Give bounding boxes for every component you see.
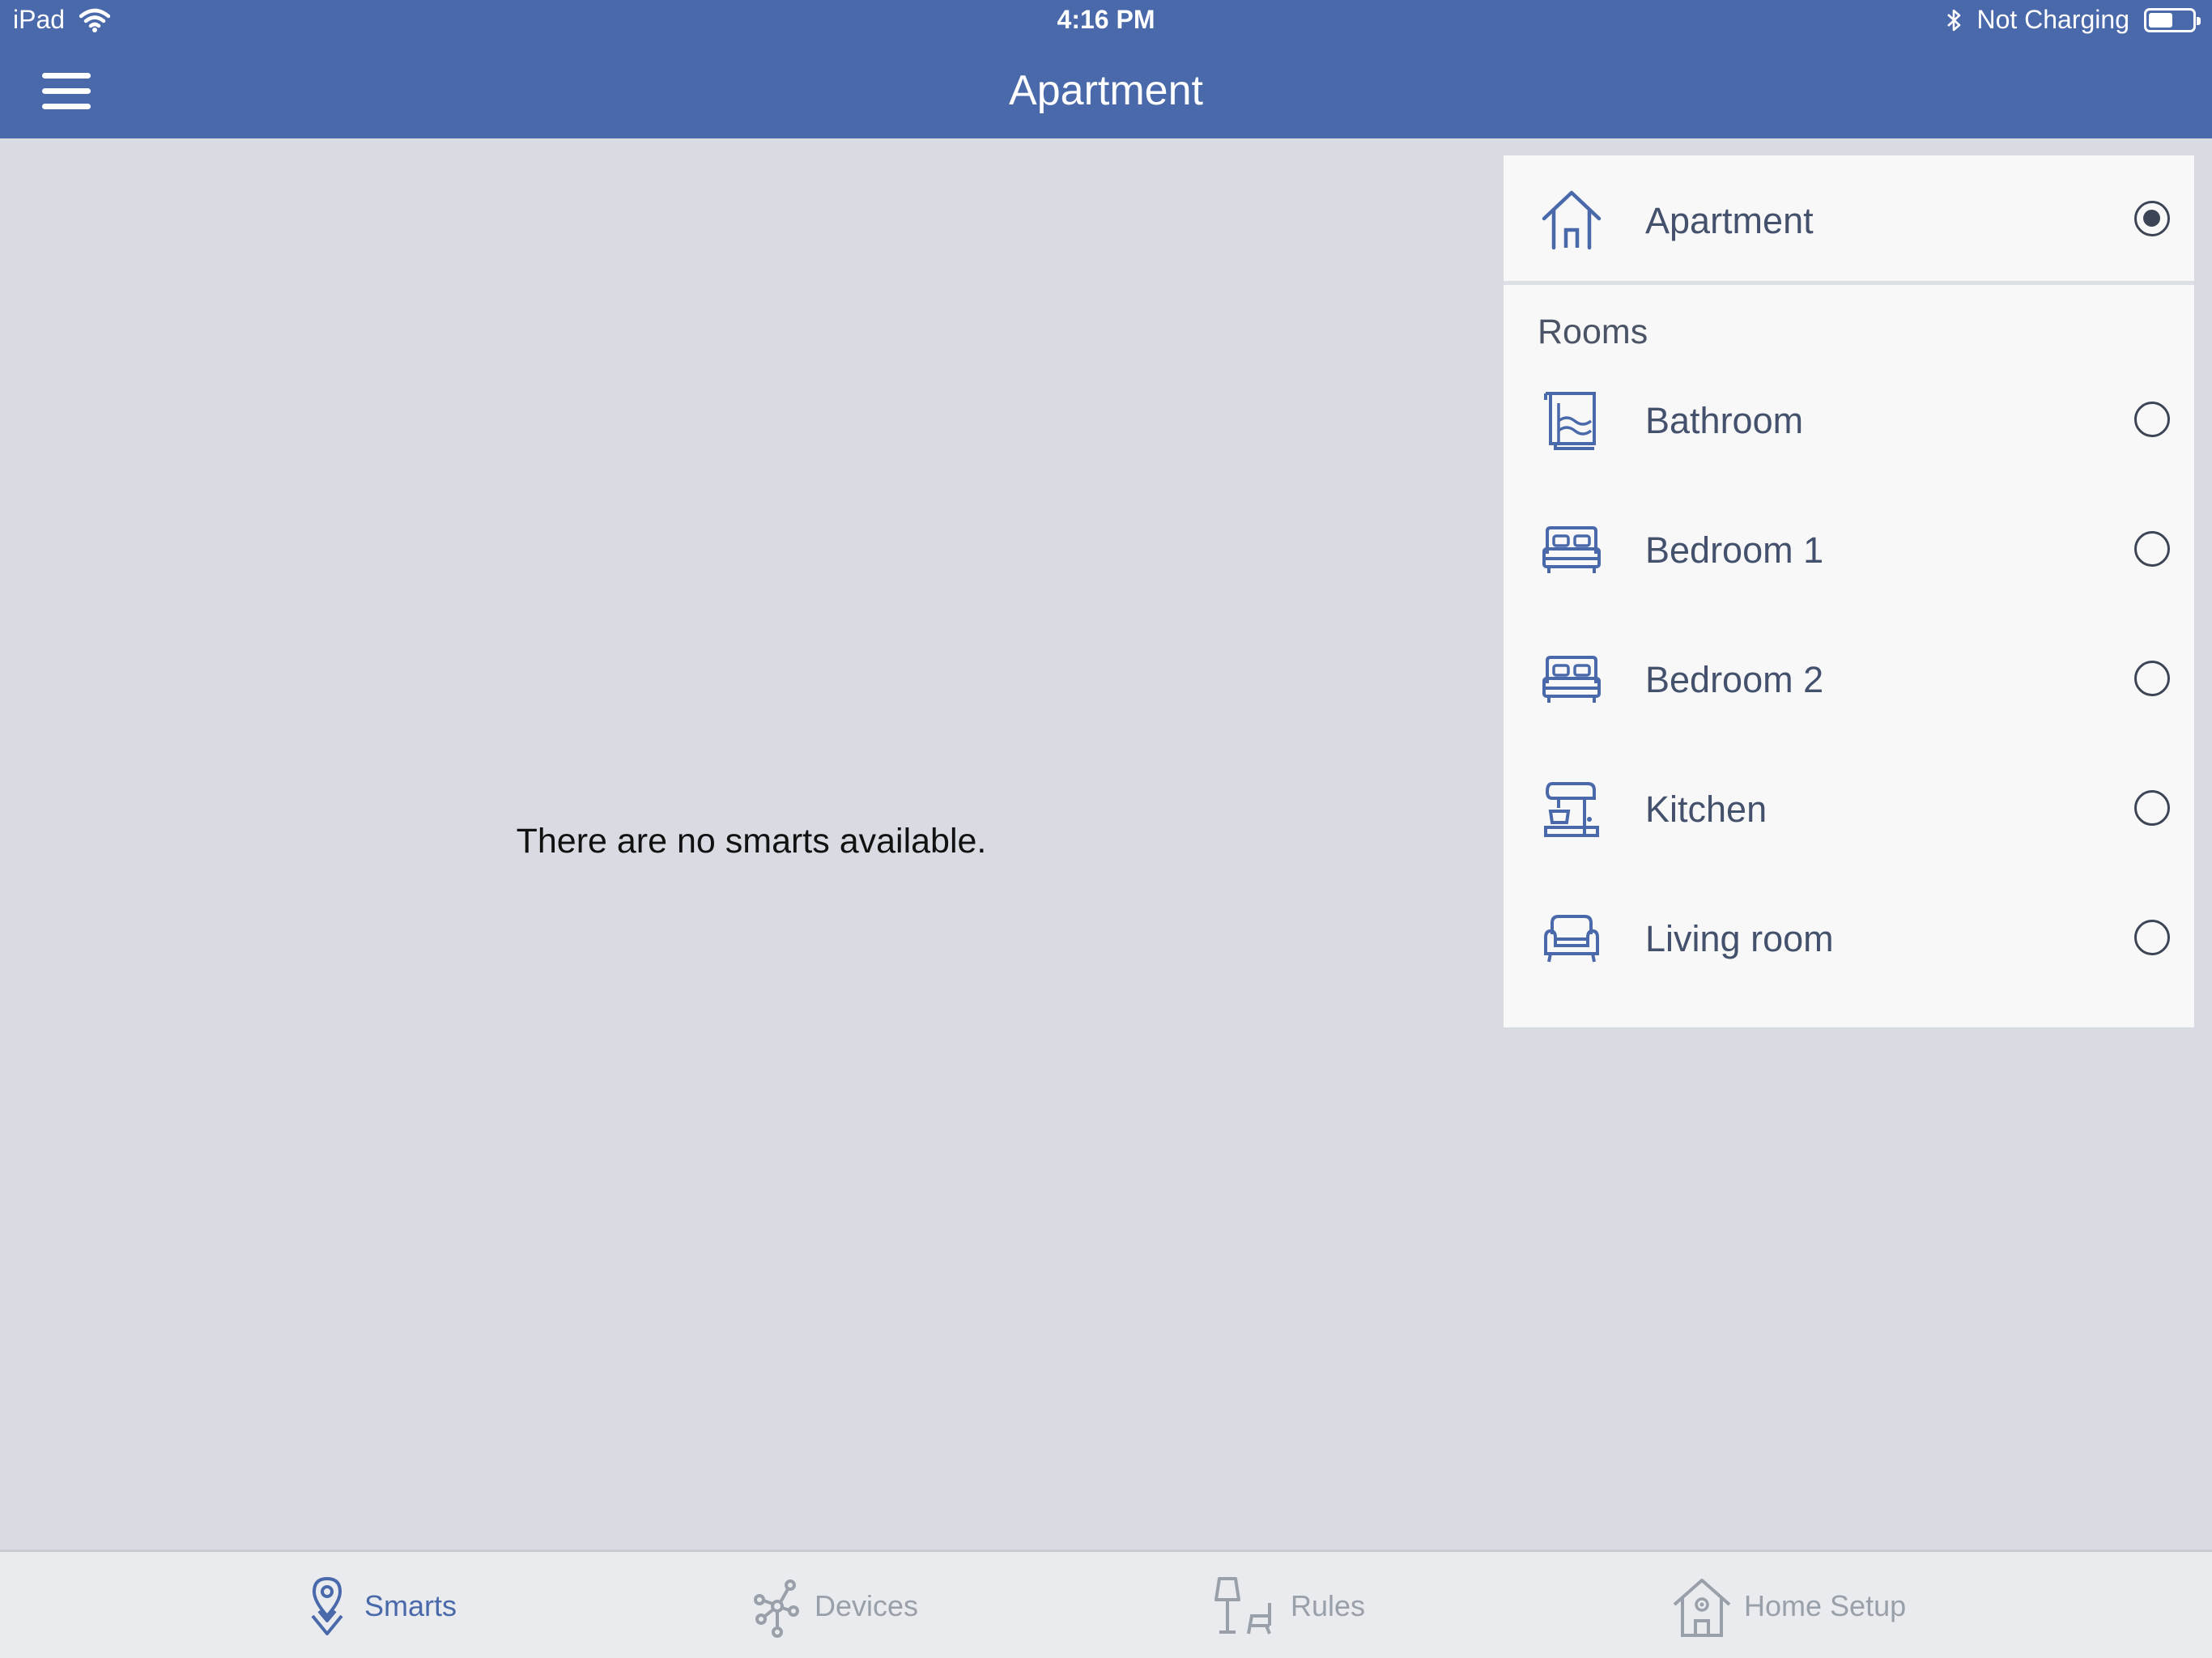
charging-status: Not Charging xyxy=(1976,5,2129,34)
room-radio[interactable] xyxy=(2134,790,2170,826)
tab-label: Devices xyxy=(815,1589,919,1622)
room-label: Bedroom 2 xyxy=(1645,659,1824,700)
network-icon xyxy=(754,1579,799,1638)
tab-smarts[interactable]: Smarts xyxy=(301,1552,457,1658)
tab-bar: Smarts Devices Rules Home Setup xyxy=(0,1550,2212,1658)
room-row-bedroom-2[interactable]: Bedroom 2 xyxy=(1504,623,2194,737)
room-radio[interactable] xyxy=(2134,531,2170,567)
battery-fill xyxy=(2149,12,2172,28)
room-label: Kitchen xyxy=(1645,789,1767,830)
room-radio[interactable] xyxy=(2134,920,2170,955)
room-row-kitchen[interactable]: Kitchen xyxy=(1504,753,2194,866)
rooms-heading: Rooms xyxy=(1538,312,1648,351)
tab-devices[interactable]: Devices xyxy=(751,1552,918,1658)
tab-home-setup[interactable]: Home Setup xyxy=(1671,1552,1906,1658)
home-label: Apartment xyxy=(1645,200,1814,241)
app-screen: iPad 4:16 PM Not Charging Apartment Ther… xyxy=(0,0,2212,1658)
house-gear-icon xyxy=(1673,1579,1731,1637)
bluetooth-icon xyxy=(1947,9,1961,31)
tab-label: Rules xyxy=(1291,1589,1366,1622)
status-right: Not Charging xyxy=(1946,5,2201,35)
house-icon xyxy=(1542,190,1602,250)
room-radio[interactable] xyxy=(2134,402,2170,437)
room-row-bedroom-1[interactable]: Bedroom 1 xyxy=(1504,494,2194,607)
room-row-living-room[interactable]: Living room xyxy=(1504,882,2194,996)
empty-state-message: There are no smarts available. xyxy=(516,822,987,861)
room-radio[interactable] xyxy=(2134,661,2170,696)
status-time: 4:16 PM xyxy=(1057,5,1155,34)
bed-icon xyxy=(1542,656,1601,703)
header-bar: iPad 4:16 PM Not Charging Apartment xyxy=(0,0,2212,138)
room-label: Bedroom 1 xyxy=(1645,529,1824,571)
location-panel: Apartment Rooms Bathroom Bedroom 1 Bedro… xyxy=(1504,155,2194,1027)
bath-icon xyxy=(1544,392,1596,450)
mixer-icon xyxy=(1544,782,1599,837)
lamp-chair-icon xyxy=(1214,1577,1271,1635)
tab-label: Home Setup xyxy=(1744,1589,1907,1622)
page-title: Apartment xyxy=(1009,67,1203,114)
home-radio[interactable] xyxy=(2134,201,2170,236)
battery-icon xyxy=(2144,7,2201,32)
room-label: Bathroom xyxy=(1645,400,1804,441)
tab-rules[interactable]: Rules xyxy=(1211,1552,1365,1658)
bed-icon xyxy=(1542,526,1601,573)
location-pin-icon xyxy=(311,1576,343,1635)
home-row[interactable]: Apartment xyxy=(1504,155,2194,285)
tab-label: Smarts xyxy=(364,1589,457,1622)
room-label: Living room xyxy=(1645,918,1834,959)
sofa-icon xyxy=(1544,915,1599,963)
room-row-bathroom[interactable]: Bathroom xyxy=(1504,364,2194,478)
